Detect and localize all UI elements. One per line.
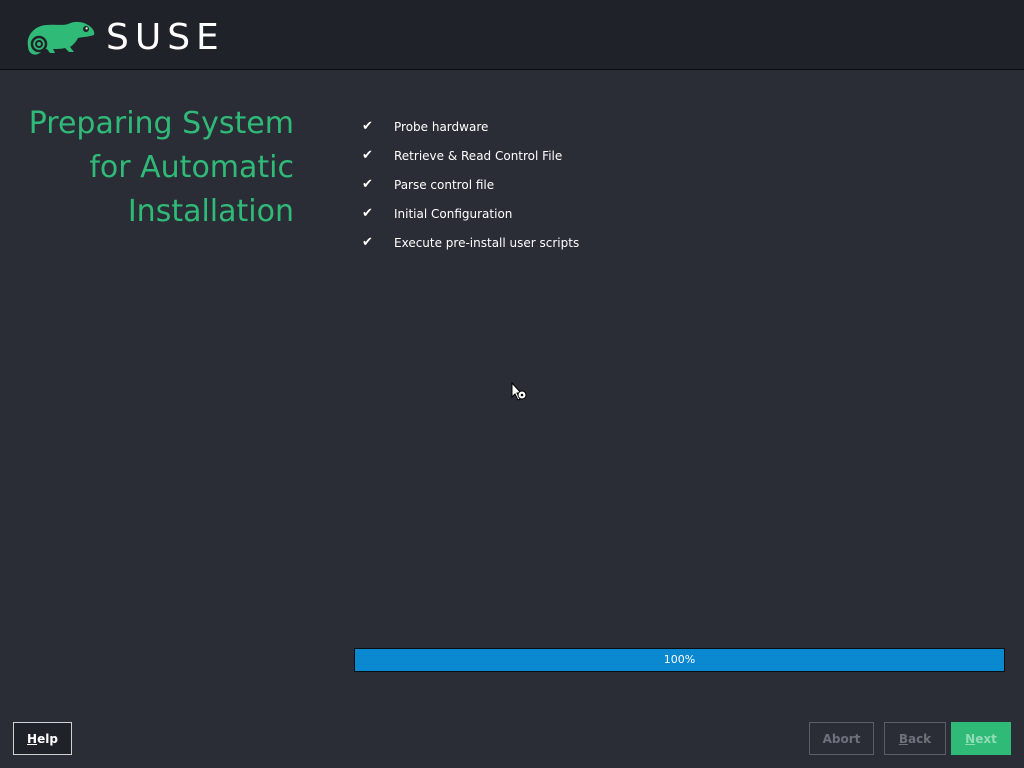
abort-button[interactable]: Abort xyxy=(809,722,874,755)
step-label: Probe hardware xyxy=(394,119,489,134)
progress-bar: 100% xyxy=(354,648,1005,672)
step-item: ✔ Parse control file xyxy=(362,170,579,199)
next-mnemonic: N xyxy=(965,731,976,746)
suse-logo: SUSE xyxy=(24,18,225,58)
help-button[interactable]: Help xyxy=(13,722,72,755)
step-list: ✔ Probe hardware ✔ Retrieve & Read Contr… xyxy=(362,112,579,257)
step-label: Execute pre-install user scripts xyxy=(394,235,580,250)
next-button[interactable]: Next xyxy=(951,722,1011,755)
step-label: Retrieve & Read Control File xyxy=(394,148,563,163)
help-mnemonic: H xyxy=(27,731,38,746)
busy-pointer-icon xyxy=(510,381,528,408)
header-bar: SUSE xyxy=(0,0,1024,70)
step-item: ✔ Retrieve & Read Control File xyxy=(362,141,579,170)
back-button[interactable]: Back xyxy=(884,722,946,755)
brand-wordmark: SUSE xyxy=(106,17,225,58)
back-mnemonic: B xyxy=(898,731,908,746)
step-item: ✔ Probe hardware xyxy=(362,112,579,141)
checkmark-icon: ✔ xyxy=(362,235,373,250)
abort-label: Abort xyxy=(822,731,861,746)
page-title: Preparing System for Automatic Installat… xyxy=(0,102,294,234)
back-label-rest: ack xyxy=(907,731,932,746)
step-item: ✔ Execute pre-install user scripts xyxy=(362,228,579,257)
checkmark-icon: ✔ xyxy=(362,148,373,163)
chameleon-logo-icon xyxy=(24,18,96,58)
next-label-rest: ext xyxy=(975,731,997,746)
title-line: for Automatic xyxy=(89,150,294,185)
step-label: Initial Configuration xyxy=(394,206,513,221)
step-label: Parse control file xyxy=(394,177,495,192)
help-label-rest: elp xyxy=(37,731,58,746)
progress-label: 100% xyxy=(663,653,696,666)
checkmark-icon: ✔ xyxy=(362,119,373,134)
title-line: Preparing System xyxy=(28,106,294,141)
title-line: Installation xyxy=(127,194,294,229)
checkmark-icon: ✔ xyxy=(362,177,373,192)
step-item: ✔ Initial Configuration xyxy=(362,199,579,228)
checkmark-icon: ✔ xyxy=(362,206,373,221)
